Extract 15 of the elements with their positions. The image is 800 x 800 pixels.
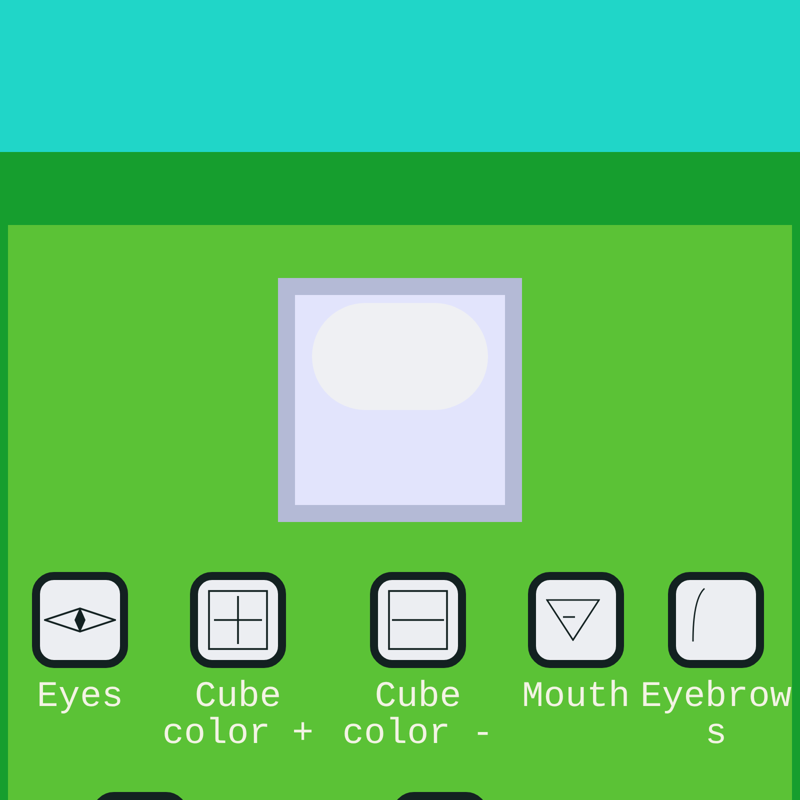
tool-label: Eyebrows	[640, 678, 792, 752]
tool-label: Eyes	[36, 678, 124, 715]
tool-button[interactable]	[190, 572, 286, 668]
minus-square-icon	[388, 590, 448, 650]
tool-label: Mouth	[522, 678, 630, 715]
tool-label: Cube color +	[161, 678, 315, 752]
tool-label: Cube color -	[341, 678, 495, 752]
tool-button[interactable]	[528, 572, 624, 668]
tool-button[interactable]	[668, 572, 764, 668]
eye-icon	[44, 607, 116, 633]
tool-button[interactable]	[370, 572, 466, 668]
tool-button[interactable]	[32, 572, 128, 668]
plus-square-icon	[208, 590, 268, 650]
eyebrow-curve-icon	[690, 586, 706, 642]
triangle-mouth-icon	[546, 599, 600, 641]
